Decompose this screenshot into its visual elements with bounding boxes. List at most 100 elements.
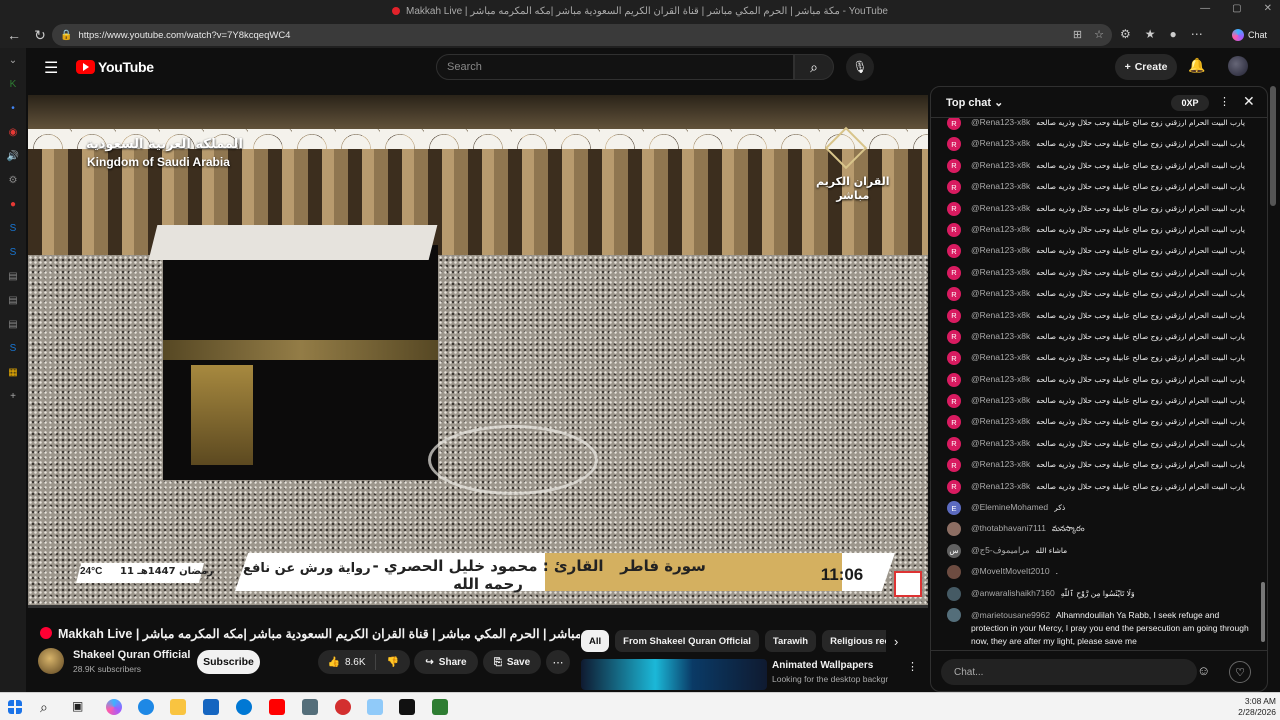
chat-author[interactable]: @thotabhavani7111	[971, 523, 1046, 534]
chat-message[interactable]: R @Rena123-x8k يارب البيت الحرام ارزقني زو…	[931, 137, 1261, 159]
chat-message[interactable]: R @Rena123-x8k يارب البيت الحرام ارزقني زو…	[931, 118, 1261, 138]
chip-0[interactable]: All	[581, 630, 610, 652]
chat-author[interactable]: @Rena123-x8k	[971, 288, 1030, 299]
edge-icon[interactable]	[138, 699, 154, 715]
copilot-chat-button[interactable]: Chat	[1232, 25, 1276, 45]
add-icon[interactable]: +	[0, 384, 26, 408]
chat-avatar[interactable]: R	[947, 180, 961, 195]
youtube-taskbar-icon[interactable]	[269, 699, 285, 715]
chip-2[interactable]: Tarawih	[764, 630, 817, 652]
chat-avatar[interactable]: R	[947, 287, 961, 302]
chevron-down-icon[interactable]: ⌄	[0, 48, 26, 72]
chat-avatar[interactable]: R	[947, 329, 961, 344]
chat-message[interactable]: R @Rena123-x8k يارب البيت الحرام ارزقني زو…	[931, 458, 1261, 480]
chevron-right-icon[interactable]: ›	[894, 634, 898, 649]
chat-avatar[interactable]: R	[947, 308, 961, 323]
chat-message[interactable]: E @ElemineMohamed ذكر	[931, 501, 1261, 523]
chat-scrollbar[interactable]	[1261, 582, 1265, 642]
chat-input[interactable]: Chat...	[941, 659, 1197, 685]
chat-author[interactable]: @anwaralishaikh7160	[971, 588, 1055, 599]
microphone-icon[interactable]: 🎙	[846, 53, 874, 81]
chat-message[interactable]: R @Rena123-x8k يارب البيت الحرام ارزقني زو…	[931, 329, 1261, 352]
chat-author[interactable]: @Rena123-x8k	[971, 245, 1030, 256]
chip-1[interactable]: From Shakeel Quran Official	[615, 630, 759, 652]
chat-avatar[interactable]: R	[947, 415, 961, 430]
app-k-icon[interactable]: K	[0, 72, 26, 96]
chat-author[interactable]: @Rena123-x8k	[971, 267, 1030, 278]
recommendation-menu-icon[interactable]: ⋮	[907, 660, 918, 673]
chat-author[interactable]: @Rena123-x8k	[971, 374, 1030, 385]
pinned-s3-icon[interactable]: S	[0, 336, 26, 360]
chat-message[interactable]: R @Rena123-x8k يارب البيت الحرام ارزقني زو…	[931, 394, 1261, 416]
chat-avatar[interactable]: R	[947, 201, 961, 216]
emoji-icon[interactable]: ☺	[1197, 663, 1210, 678]
app-available-icon[interactable]: ⊞	[1073, 28, 1082, 41]
chat-author[interactable]: @ElemineMohamed	[971, 502, 1048, 513]
chat-avatar[interactable]: س	[947, 543, 961, 558]
chat-message[interactable]: R @Rena123-x8k يارب البيت الحرام ارزقني زو…	[931, 201, 1261, 224]
extension-icon[interactable]: ⚙	[1120, 27, 1131, 41]
back-icon[interactable]: ←	[2, 23, 26, 47]
recorder-icon[interactable]	[335, 699, 351, 715]
chat-author[interactable]: @Rena123-x8k	[971, 160, 1030, 171]
chat-avatar[interactable]	[947, 565, 961, 580]
chat-author[interactable]: @Rena123-x8k	[971, 181, 1030, 192]
recommendation-title[interactable]: Animated Wallpapers	[772, 660, 873, 671]
close-window-icon[interactable]: ✕	[1264, 3, 1272, 14]
chat-avatar[interactable]: R	[947, 458, 961, 473]
mail-icon[interactable]	[236, 699, 252, 715]
chat-message[interactable]: س @مراميموف-5ج ماشاء الله	[931, 543, 1261, 566]
pinned-tab2-icon[interactable]: ▤	[0, 288, 26, 312]
chat-author[interactable]: @Rena123-x8k	[971, 224, 1030, 235]
chat-author[interactable]: @Rena123-x8k	[971, 352, 1030, 363]
chat-message[interactable]: R @Rena123-x8k يارب البيت الحرام ارزقني زو…	[931, 222, 1261, 245]
start-icon[interactable]	[8, 700, 22, 714]
file-explorer-icon[interactable]	[170, 699, 186, 715]
dislike-button[interactable]: 👎	[376, 657, 410, 668]
pinned-tab3-icon[interactable]: ▤	[0, 312, 26, 336]
chip-3[interactable]: Religious recitat	[822, 630, 886, 652]
app-dot-icon[interactable]: •	[0, 96, 26, 120]
more-options-icon[interactable]: ⋯	[1191, 27, 1203, 41]
maximize-icon[interactable]: ▢	[1232, 3, 1241, 14]
chat-message[interactable]: R @Rena123-x8k يارب البيت الحرام ارزقني زو…	[931, 158, 1261, 181]
chat-avatar[interactable]: R	[947, 244, 961, 259]
favorite-star-icon[interactable]: ☆	[1094, 28, 1104, 41]
share-button[interactable]: ↪ Share	[414, 650, 478, 674]
search-input[interactable]: Search	[436, 54, 794, 80]
chat-author[interactable]: @Rena123-x8k	[971, 416, 1030, 427]
heart-icon[interactable]: ♡	[1229, 661, 1251, 683]
more-actions-icon[interactable]: ⋯	[546, 650, 570, 674]
chat-message[interactable]: R @Rena123-x8k يارب البيت الحرام ارزقني زو…	[931, 415, 1261, 437]
youtube-logo[interactable]: YouTube	[76, 59, 154, 75]
chat-author[interactable]: @Rena123-x8k	[971, 481, 1030, 492]
chat-avatar[interactable]	[947, 607, 961, 622]
chat-message[interactable]: @MoveItMoveIt2010.	[931, 565, 1261, 587]
chat-author[interactable]: @marietousane9962	[971, 610, 1050, 620]
chat-message[interactable]: @anwaralishaikh7160 وَلَا تَايْئَسُوا مِن…	[931, 586, 1261, 609]
chat-message[interactable]: R @Rena123-x8k يارب البيت الحرام ارزقني زو…	[931, 351, 1261, 373]
address-bar[interactable]: 🔒 https://www.youtube.com/watch?v=7Y8kcq…	[52, 24, 1112, 46]
pinned-grid-icon[interactable]: ▦	[0, 360, 26, 384]
chat-avatar[interactable]: R	[947, 137, 961, 152]
minimize-icon[interactable]: —	[1200, 3, 1210, 14]
pinned-s2-icon[interactable]: S	[0, 240, 26, 264]
chat-avatar[interactable]: R	[947, 265, 961, 280]
notepad-icon[interactable]	[367, 699, 383, 715]
chat-author[interactable]: @Rena123-x8k	[971, 203, 1030, 214]
copilot-taskbar-icon[interactable]	[106, 699, 122, 715]
chat-message[interactable]: @marietousane9962 Alhamndoulilah Ya Rabb,…	[931, 607, 1261, 648]
recommendation-thumbnail[interactable]	[581, 659, 767, 690]
settings-icon[interactable]: ⚙	[0, 168, 26, 192]
chat-author[interactable]: @Rena123-x8k	[971, 118, 1030, 128]
chat-avatar[interactable]: R	[947, 351, 961, 366]
channel-name[interactable]: Shakeel Quran Official	[73, 649, 190, 661]
app-icon[interactable]	[302, 699, 318, 715]
chat-message[interactable]: @thotabhavani7111 మనస్కారం	[931, 522, 1261, 544]
chat-avatar[interactable]: E	[947, 501, 961, 516]
refresh-icon[interactable]: ↻	[28, 23, 52, 47]
create-button[interactable]: + Create	[1115, 54, 1177, 80]
chat-messages[interactable]: R @Rena123-x8k يارب البيت الحرام ارزقني زو…	[931, 118, 1261, 650]
profile-icon[interactable]: ●	[1170, 27, 1177, 41]
speaker-icon[interactable]: 🔊	[0, 144, 26, 168]
